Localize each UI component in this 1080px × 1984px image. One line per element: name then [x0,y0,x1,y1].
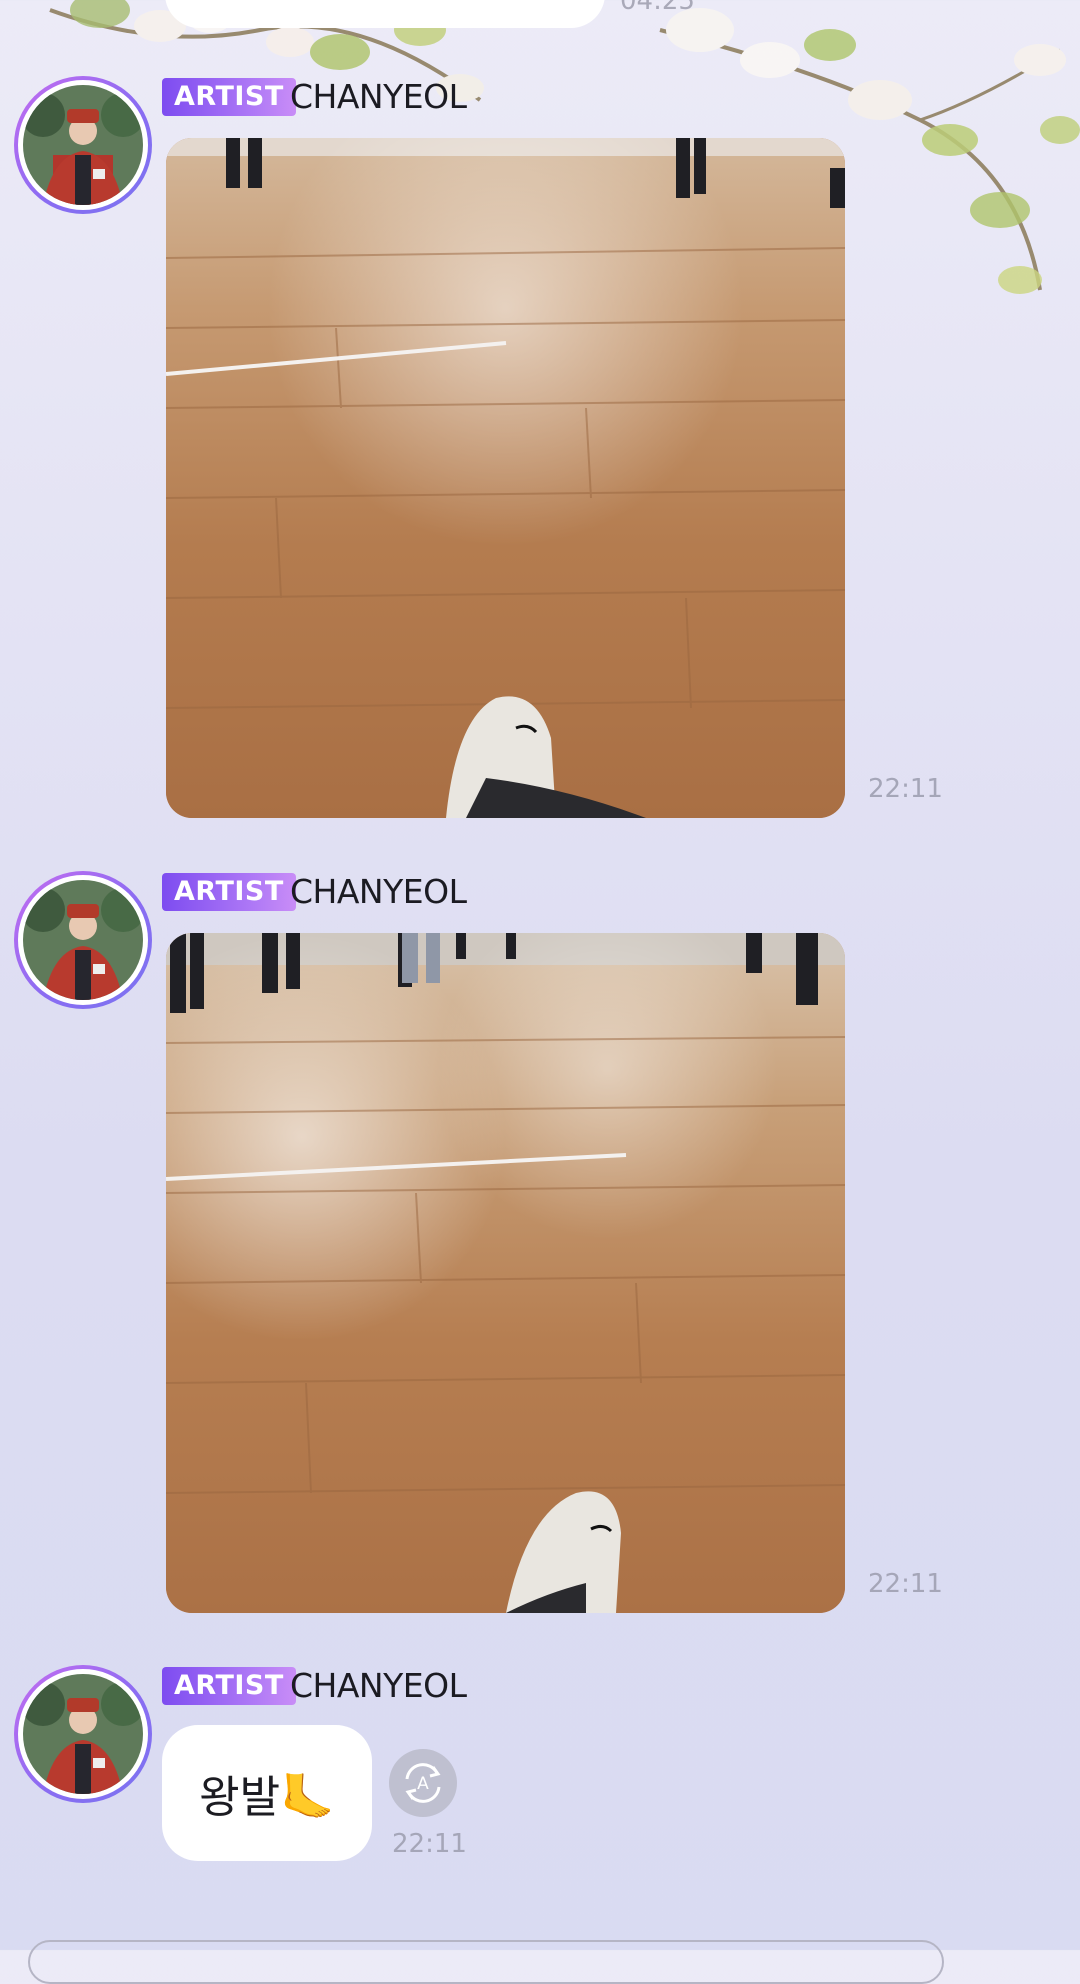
previous-message-time: 04:25 [620,0,695,16]
previous-message-bubble [165,0,605,28]
translate-icon[interactable]: A [389,1749,457,1817]
sender-name[interactable]: CHANYEOL [290,76,467,118]
sender-name[interactable]: CHANYEOL [290,871,467,913]
avatar-icon[interactable] [14,871,152,1009]
message-text-bubble[interactable]: 왕발🦶 [162,1725,372,1861]
avatar-icon[interactable] [14,76,152,214]
message-time: 22:11 [868,1569,943,1599]
message-time: 22:11 [392,1829,467,1859]
svg-text:A: A [417,1774,429,1794]
artist-badge: ARTIST [162,1667,296,1705]
message-time: 22:11 [868,774,943,804]
message-photo[interactable] [166,933,845,1613]
message-input-bar[interactable] [28,1940,944,1984]
message-photo[interactable] [166,138,845,818]
artist-badge: ARTIST [162,873,296,911]
avatar-icon[interactable] [14,1665,152,1803]
artist-badge: ARTIST [162,78,296,116]
sender-name[interactable]: CHANYEOL [290,1665,467,1707]
